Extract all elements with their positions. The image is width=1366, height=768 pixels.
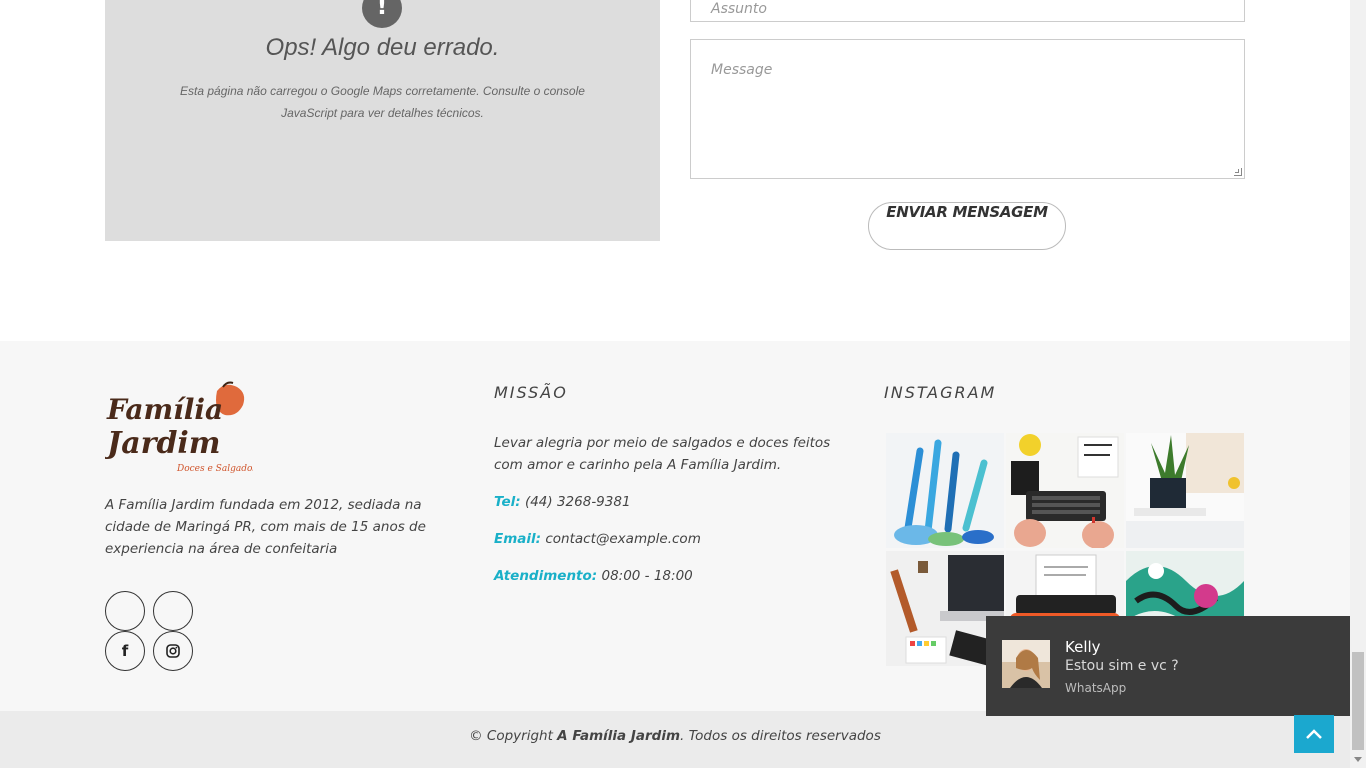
page-scrollbar[interactable] — [1350, 0, 1366, 768]
email-value[interactable]: contact@example.com — [545, 531, 701, 547]
svg-text:Doces e Salgados: Doces e Salgados — [176, 464, 253, 474]
svg-text:Família: Família — [106, 393, 223, 426]
hours-value: 08:00 - 18:00 — [601, 568, 693, 584]
instagram-heading: INSTAGRAM — [884, 383, 997, 402]
phone-label: Tel: — [494, 494, 521, 510]
message-placeholder: Message — [711, 62, 773, 78]
hours-label: Atendimento: — [494, 568, 598, 584]
scroll-down-arrow-icon[interactable] — [1354, 757, 1362, 762]
map-error-message: Esta página não carregou o Google Maps c… — [180, 84, 585, 120]
message-textarea[interactable]: Message — [690, 39, 1245, 179]
instagram-photo-keyboard[interactable] — [1006, 433, 1124, 548]
map-error-title: Ops! Algo deu errado. — [265, 34, 500, 61]
copyright-bar: © Copyright A Família Jardim. Todos os d… — [0, 711, 1350, 768]
chevron-up-icon — [1306, 729, 1322, 739]
facebook-link[interactable]: f — [105, 631, 145, 671]
social-link-1[interactable] — [105, 591, 145, 631]
hours-info: Atendimento: 08:00 - 18:00 — [494, 568, 693, 584]
scrollbar-thumb[interactable] — [1352, 652, 1364, 750]
chat-notification[interactable]: Kelly Estou sim e vc ? WhatsApp — [986, 616, 1350, 716]
phone-value: (44) 3268-9381 — [524, 494, 631, 510]
about-text: A Família Jardim fundada em 2012, sediad… — [105, 497, 426, 557]
contact-section: ! Ops! Algo deu errado. Esta página não … — [0, 0, 1350, 341]
copyright-suffix: . Todos os direitos reservados — [680, 728, 881, 744]
email-label: Email: — [494, 531, 542, 547]
email-info: Email: contact@example.com — [494, 531, 701, 547]
social-link-2[interactable] — [153, 591, 193, 631]
mission-text: Levar alegria por meio de salgados e doc… — [494, 435, 831, 473]
send-message-button[interactable]: ENVIAR MENSAGEM — [868, 202, 1066, 250]
back-to-top-button[interactable] — [1294, 715, 1334, 753]
notification-message: Estou sim e vc ? — [1065, 658, 1179, 674]
instagram-icon — [166, 644, 180, 658]
copyright-prefix: © Copyright — [469, 728, 558, 744]
familia-jardim-logo[interactable]: Família Jardim Doces e Salgados — [105, 379, 253, 477]
notification-app: WhatsApp — [1065, 681, 1127, 695]
facebook-icon: f — [121, 642, 129, 660]
phone-info: Tel: (44) 3268-9381 — [494, 494, 631, 510]
mission-heading: MISSÃO — [494, 383, 568, 402]
copyright-text: © Copyright A Família Jardim. Todos os d… — [0, 728, 1350, 744]
instagram-photo-plant[interactable] — [1126, 433, 1244, 548]
subject-input[interactable]: Assunto — [690, 0, 1245, 22]
subject-placeholder: Assunto — [711, 1, 767, 17]
resize-handle-icon[interactable] — [1234, 168, 1242, 176]
sender-name: Kelly — [1065, 638, 1101, 656]
copyright-brand: A Família Jardim — [557, 728, 681, 744]
instagram-link[interactable] — [153, 631, 193, 671]
instagram-photo-pencils[interactable] — [886, 433, 1004, 548]
avatar — [1002, 640, 1050, 688]
svg-text:Jardim: Jardim — [105, 426, 221, 461]
